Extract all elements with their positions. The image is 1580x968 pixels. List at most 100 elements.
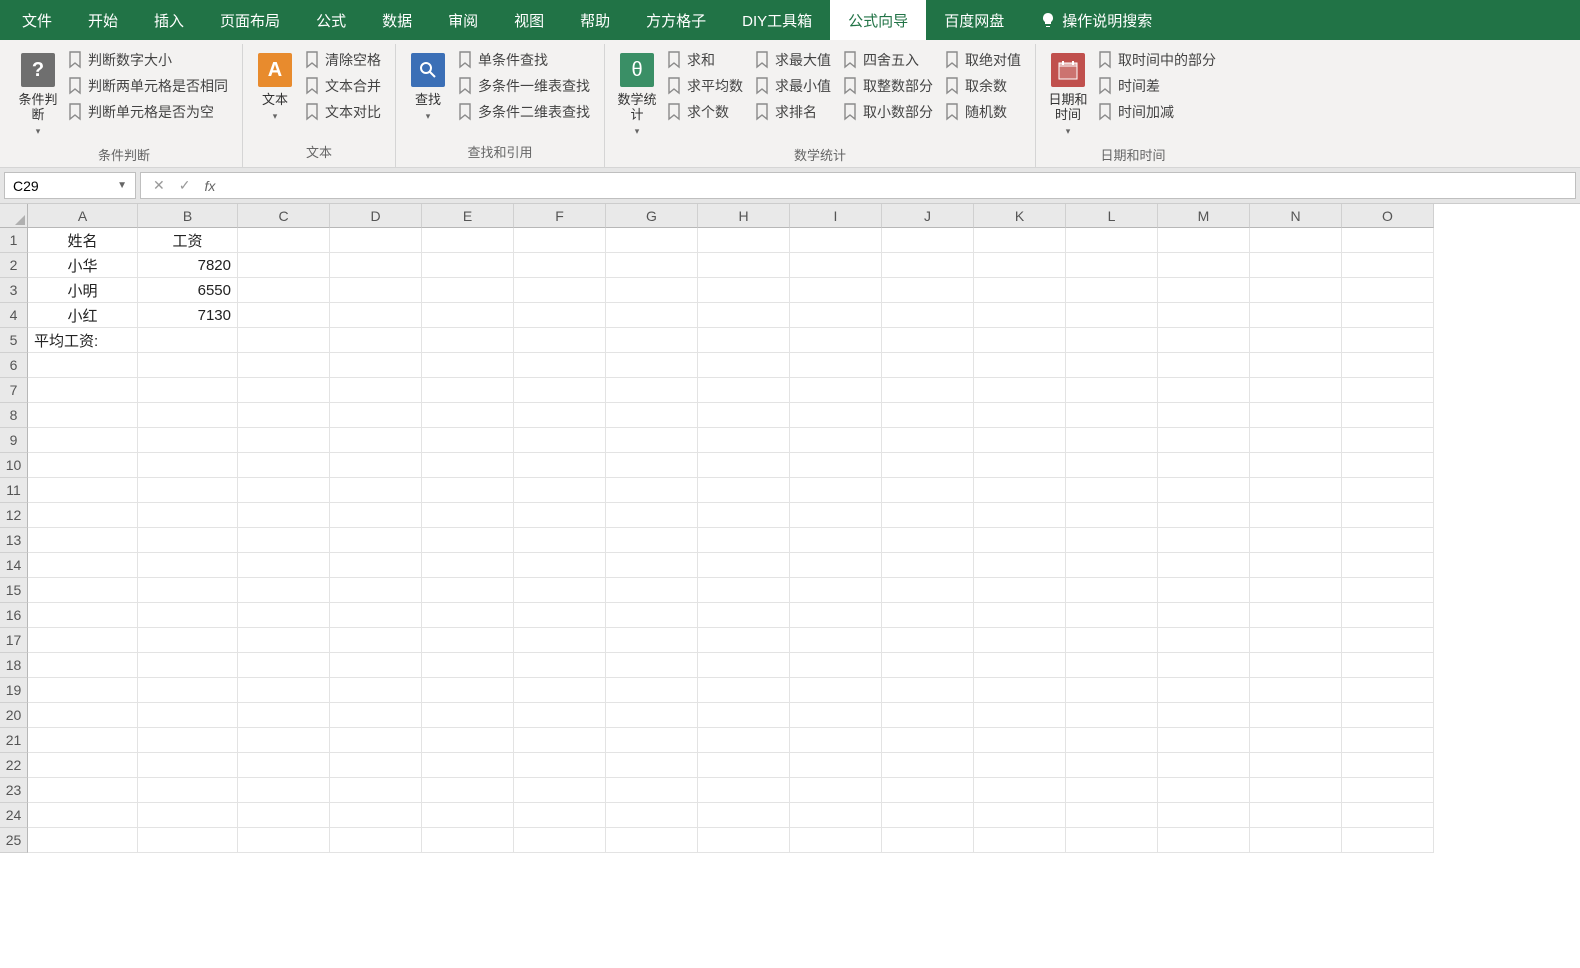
cell-F18[interactable] [514, 653, 606, 678]
col-header-D[interactable]: D [330, 204, 422, 228]
menu-item-8[interactable]: 帮助 [562, 0, 628, 40]
cell-E10[interactable] [422, 453, 514, 478]
cell-G9[interactable] [606, 428, 698, 453]
cell-L15[interactable] [1066, 578, 1158, 603]
cell-O5[interactable] [1342, 328, 1434, 353]
cell-C25[interactable] [238, 828, 330, 853]
cell-C5[interactable] [238, 328, 330, 353]
cell-H25[interactable] [698, 828, 790, 853]
cell-I16[interactable] [790, 603, 882, 628]
cell-I8[interactable] [790, 403, 882, 428]
cell-H21[interactable] [698, 728, 790, 753]
row-header-21[interactable]: 21 [0, 728, 28, 753]
row-header-25[interactable]: 25 [0, 828, 28, 853]
cell-F9[interactable] [514, 428, 606, 453]
cell-I2[interactable] [790, 253, 882, 278]
cell-D13[interactable] [330, 528, 422, 553]
cell-N6[interactable] [1250, 353, 1342, 378]
cell-L6[interactable] [1066, 353, 1158, 378]
cell-G11[interactable] [606, 478, 698, 503]
cell-A16[interactable] [28, 603, 138, 628]
menu-item-6[interactable]: 审阅 [430, 0, 496, 40]
cell-N10[interactable] [1250, 453, 1342, 478]
cell-J12[interactable] [882, 503, 974, 528]
cell-C11[interactable] [238, 478, 330, 503]
cell-E12[interactable] [422, 503, 514, 528]
ribbon-cmd[interactable]: 取小数部分 [843, 102, 933, 122]
cell-E4[interactable] [422, 303, 514, 328]
cell-H2[interactable] [698, 253, 790, 278]
cell-G16[interactable] [606, 603, 698, 628]
cell-G19[interactable] [606, 678, 698, 703]
row-header-22[interactable]: 22 [0, 753, 28, 778]
cell-M11[interactable] [1158, 478, 1250, 503]
ribbon-cmd[interactable]: 取整数部分 [843, 76, 933, 96]
row-header-10[interactable]: 10 [0, 453, 28, 478]
cell-D22[interactable] [330, 753, 422, 778]
cell-O23[interactable] [1342, 778, 1434, 803]
menu-item-5[interactable]: 数据 [364, 0, 430, 40]
cell-J15[interactable] [882, 578, 974, 603]
cell-A22[interactable] [28, 753, 138, 778]
cell-I23[interactable] [790, 778, 882, 803]
cell-B14[interactable] [138, 553, 238, 578]
cell-O21[interactable] [1342, 728, 1434, 753]
cell-G2[interactable] [606, 253, 698, 278]
col-header-N[interactable]: N [1250, 204, 1342, 228]
cell-O6[interactable] [1342, 353, 1434, 378]
cell-J9[interactable] [882, 428, 974, 453]
cell-B16[interactable] [138, 603, 238, 628]
ribbon-cmd[interactable]: 随机数 [945, 102, 1021, 122]
cell-A1[interactable]: 姓名 [28, 228, 138, 253]
ribbon-cmd[interactable]: 求平均数 [667, 76, 743, 96]
cell-D17[interactable] [330, 628, 422, 653]
cell-D11[interactable] [330, 478, 422, 503]
cell-C20[interactable] [238, 703, 330, 728]
cell-K7[interactable] [974, 378, 1066, 403]
cell-J2[interactable] [882, 253, 974, 278]
cell-J23[interactable] [882, 778, 974, 803]
cell-G22[interactable] [606, 753, 698, 778]
cell-K15[interactable] [974, 578, 1066, 603]
cell-B15[interactable] [138, 578, 238, 603]
cell-M4[interactable] [1158, 303, 1250, 328]
cell-A23[interactable] [28, 778, 138, 803]
cell-A3[interactable]: 小明 [28, 278, 138, 303]
cell-B4[interactable]: 7130 [138, 303, 238, 328]
cell-C13[interactable] [238, 528, 330, 553]
cell-I1[interactable] [790, 228, 882, 253]
cell-H20[interactable] [698, 703, 790, 728]
cell-H8[interactable] [698, 403, 790, 428]
row-header-24[interactable]: 24 [0, 803, 28, 828]
cell-A25[interactable] [28, 828, 138, 853]
cell-L7[interactable] [1066, 378, 1158, 403]
row-header-2[interactable]: 2 [0, 253, 28, 278]
cell-O8[interactable] [1342, 403, 1434, 428]
cell-B5[interactable] [138, 328, 238, 353]
menu-item-2[interactable]: 插入 [136, 0, 202, 40]
row-header-15[interactable]: 15 [0, 578, 28, 603]
cell-J25[interactable] [882, 828, 974, 853]
cell-K2[interactable] [974, 253, 1066, 278]
cell-A7[interactable] [28, 378, 138, 403]
cell-F1[interactable] [514, 228, 606, 253]
cell-I5[interactable] [790, 328, 882, 353]
cell-A20[interactable] [28, 703, 138, 728]
cell-C12[interactable] [238, 503, 330, 528]
cell-G20[interactable] [606, 703, 698, 728]
cell-B24[interactable] [138, 803, 238, 828]
cell-K19[interactable] [974, 678, 1066, 703]
cell-F21[interactable] [514, 728, 606, 753]
cell-A5[interactable]: 平均工资: [28, 328, 138, 353]
cell-C15[interactable] [238, 578, 330, 603]
row-header-20[interactable]: 20 [0, 703, 28, 728]
cell-G13[interactable] [606, 528, 698, 553]
cell-N12[interactable] [1250, 503, 1342, 528]
row-header-5[interactable]: 5 [0, 328, 28, 353]
cell-M23[interactable] [1158, 778, 1250, 803]
ribbon-cmd[interactable]: 时间差 [1098, 76, 1216, 96]
cell-H19[interactable] [698, 678, 790, 703]
cell-M10[interactable] [1158, 453, 1250, 478]
cell-E7[interactable] [422, 378, 514, 403]
cell-A15[interactable] [28, 578, 138, 603]
